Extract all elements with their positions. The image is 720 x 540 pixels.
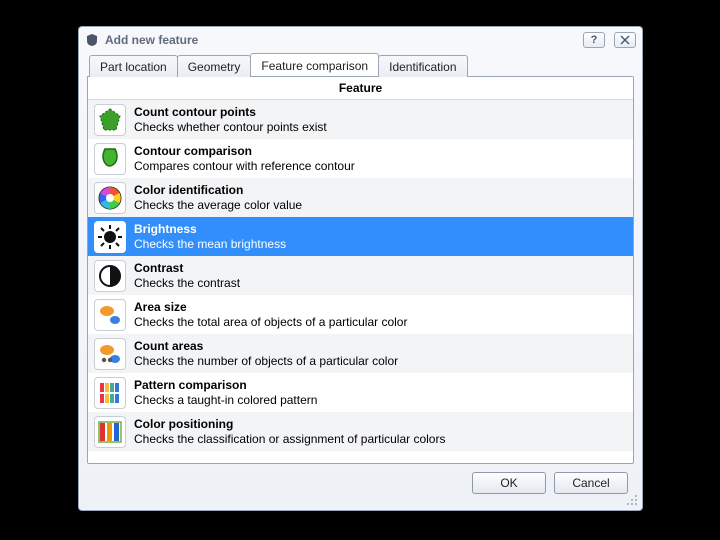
list-item-title: Color positioning bbox=[134, 417, 445, 431]
color-positioning-icon bbox=[94, 416, 126, 448]
list-item[interactable]: Contrast Checks the contrast bbox=[88, 256, 633, 295]
resize-grip[interactable] bbox=[626, 494, 638, 506]
list-item-desc: Checks the total area of objects of a pa… bbox=[134, 315, 407, 329]
list-item-desc: Checks whether contour points exist bbox=[134, 120, 327, 134]
list-item[interactable]: Color positioning Checks the classificat… bbox=[88, 412, 633, 451]
close-button[interactable] bbox=[614, 32, 636, 48]
cancel-button[interactable]: Cancel bbox=[554, 472, 628, 494]
column-header-feature: Feature bbox=[88, 77, 633, 100]
help-button[interactable]: ? bbox=[583, 32, 605, 48]
tab-identification[interactable]: Identification bbox=[378, 55, 467, 77]
tab-geometry[interactable]: Geometry bbox=[177, 55, 252, 77]
list-item-desc: Checks the average color value bbox=[134, 198, 302, 212]
list-item-desc: Checks the number of objects of a partic… bbox=[134, 354, 398, 368]
contour-comparison-icon bbox=[94, 143, 126, 175]
list-item-desc: Checks the contrast bbox=[134, 276, 240, 290]
area-size-icon bbox=[94, 299, 126, 331]
list-item-desc: Compares contour with reference contour bbox=[134, 159, 355, 173]
list-item-title: Brightness bbox=[134, 222, 286, 236]
list-item-title: Contour comparison bbox=[134, 144, 355, 158]
pattern-comparison-icon bbox=[94, 377, 126, 409]
list-item-title: Pattern comparison bbox=[134, 378, 317, 392]
list-item-title: Contrast bbox=[134, 261, 240, 275]
list-item-desc: Checks the classification or assignment … bbox=[134, 432, 445, 446]
list-item-title: Color identification bbox=[134, 183, 302, 197]
dialog-footer: OK Cancel bbox=[87, 464, 634, 502]
titlebar: Add new feature ? bbox=[79, 27, 642, 53]
add-feature-dialog: Add new feature ? Part location Geometry… bbox=[78, 26, 643, 511]
list-item[interactable]: Pattern comparison Checks a taught-in co… bbox=[88, 373, 633, 412]
feature-list: Count contour points Checks whether cont… bbox=[88, 100, 633, 463]
list-item[interactable]: Count contour points Checks whether cont… bbox=[88, 100, 633, 139]
tab-part-location[interactable]: Part location bbox=[89, 55, 178, 77]
tab-feature-comparison[interactable]: Feature comparison bbox=[250, 53, 379, 76]
list-item[interactable]: Color identification Checks the average … bbox=[88, 178, 633, 217]
count-areas-icon bbox=[94, 338, 126, 370]
color-identification-icon bbox=[94, 182, 126, 214]
list-item-desc: Checks the mean brightness bbox=[134, 237, 286, 251]
client-area: Part location Geometry Feature compariso… bbox=[87, 53, 634, 502]
list-item[interactable]: Count areas Checks the number of objects… bbox=[88, 334, 633, 373]
ok-button[interactable]: OK bbox=[472, 472, 546, 494]
list-item[interactable]: Area size Checks the total area of objec… bbox=[88, 295, 633, 334]
app-icon bbox=[85, 33, 99, 47]
contrast-icon bbox=[94, 260, 126, 292]
list-item-desc: Checks a taught-in colored pattern bbox=[134, 393, 317, 407]
brightness-icon bbox=[94, 221, 126, 253]
tabstrip: Part location Geometry Feature compariso… bbox=[87, 53, 634, 76]
tab-panel: Feature Count contour points Checks whet… bbox=[87, 76, 634, 464]
list-item[interactable]: Contour comparison Compares contour with… bbox=[88, 139, 633, 178]
count-contour-points-icon bbox=[94, 104, 126, 136]
list-item-title: Count areas bbox=[134, 339, 398, 353]
list-item-title: Area size bbox=[134, 300, 407, 314]
list-item[interactable]: Brightness Checks the mean brightness bbox=[88, 217, 633, 256]
dialog-title: Add new feature bbox=[105, 33, 574, 47]
list-item-title: Count contour points bbox=[134, 105, 327, 119]
